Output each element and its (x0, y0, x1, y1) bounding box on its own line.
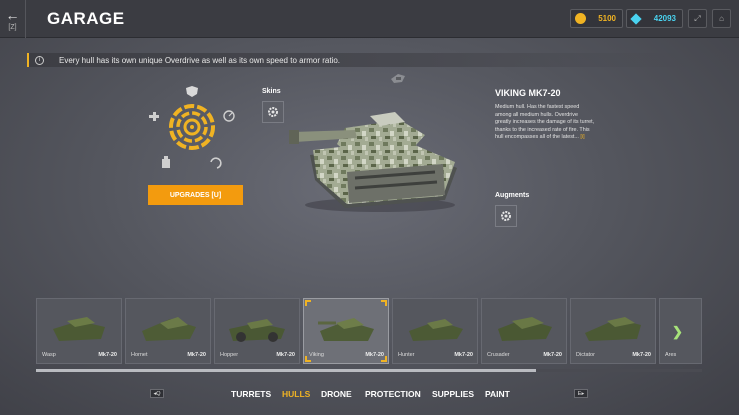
hull-card-crusader[interactable]: Crusader Mk7-20 (481, 298, 567, 364)
prev-category-key[interactable]: ◂ Q (150, 389, 164, 398)
chevron-right-icon: ▸ (581, 390, 585, 397)
page-title: GARAGE (47, 9, 125, 28)
more-info-link[interactable]: [i] (580, 134, 584, 140)
hull-card-mk: Mk7-20 (632, 352, 651, 358)
category-nav: ◂ Q TURRETS HULLS DRONE PROTECTION SUPPLI… (0, 386, 739, 402)
damage-icon (149, 112, 159, 121)
hull-description: Medium hull. Has the fastest speed among… (495, 104, 595, 142)
tab-hulls[interactable]: HULLS (282, 389, 310, 399)
hull-card-mk: Mk7-20 (454, 352, 473, 358)
hull-card-name: Wasp (42, 352, 56, 358)
chevron-right-icon: ❯ (672, 324, 683, 339)
hull-card-mk: Mk7-20 (276, 352, 295, 358)
scrollbar-thumb[interactable] (36, 369, 536, 372)
hull-card-hornet[interactable]: Hornet Mk7-20 (125, 298, 211, 364)
fullscreen-button[interactable]: ⤢ (688, 9, 707, 28)
hull-card-name: Hunter (398, 352, 415, 358)
tab-paint[interactable]: PAINT (485, 389, 510, 399)
selected-corner (305, 300, 311, 306)
fullscreen-icon: ⤢ (694, 13, 701, 23)
speed-icon (223, 110, 235, 122)
hull-name: VIKING MK7-20 (495, 88, 561, 98)
diamonds-counter[interactable]: 42093 (626, 9, 683, 28)
back-button[interactable]: ← [Z] (0, 0, 26, 38)
tab-turrets[interactable]: TURRETS (231, 389, 271, 399)
turn-icon (210, 157, 222, 169)
hull-carousel: Wasp Mk7-20 Hornet Mk7-20 Hopper Mk7-20 … (36, 298, 702, 366)
hull-card-name: Hopper (220, 352, 239, 358)
tab-protection[interactable]: PROTECTION (365, 389, 421, 399)
wasp-tank-icon (53, 317, 105, 341)
skins-button[interactable] (262, 101, 284, 123)
tank-preview[interactable] (285, 100, 470, 215)
viking-tank-icon (318, 318, 374, 341)
info-icon: i (35, 55, 44, 65)
hull-card-ares[interactable]: ❯ Ares (659, 298, 702, 364)
hull-card-dictator[interactable]: Dictator Mk7-20 (570, 298, 656, 364)
selected-corner (381, 300, 387, 306)
hornet-tank-icon (142, 317, 196, 341)
hull-card-wasp[interactable]: Wasp Mk7-20 (36, 298, 122, 364)
upgrades-button[interactable]: UPGRADES [U] (148, 185, 243, 205)
top-bar: ← [Z] GARAGE 5100 42093 ⤢ ⌂ (0, 0, 739, 38)
hull-card-viking[interactable]: Viking Mk7-20 (303, 298, 389, 364)
hull-card-mk: Mk7-20 (543, 352, 562, 358)
back-arrow-icon: ← (5, 6, 20, 23)
armor-icon (186, 86, 198, 97)
hull-card-name: Dictator (576, 352, 595, 358)
diamonds-value: 42093 (653, 14, 676, 23)
augments-label: Augments (495, 192, 530, 199)
dictator-tank-icon (585, 317, 641, 341)
upgrade-wheel[interactable] (140, 82, 245, 177)
hunter-tank-icon (409, 319, 463, 341)
hull-card-hunter[interactable]: Hunter Mk7-20 (392, 298, 478, 364)
hull-card-mk: Mk7-20 (365, 352, 384, 358)
crystals-counter[interactable]: 5100 (570, 9, 623, 28)
crusader-tank-icon (498, 317, 552, 341)
crystals-value: 5100 (598, 14, 616, 23)
prev-key-label: Q (156, 390, 161, 397)
exit-button[interactable]: ⌂ (712, 9, 731, 28)
carousel-scrollbar[interactable] (36, 369, 702, 372)
upgrade-rings-icon (169, 104, 215, 150)
hull-card-hopper[interactable]: Hopper Mk7-20 (214, 298, 300, 364)
hull-card-name: Crusader (487, 352, 510, 358)
tip-text: Every hull has its own unique Overdrive … (59, 55, 341, 65)
augments-button[interactable] (495, 205, 517, 227)
hull-card-name: Viking (309, 352, 324, 358)
hull-card-name: Hornet (131, 352, 148, 358)
weight-icon (162, 156, 170, 168)
tab-drone[interactable]: DRONE (321, 389, 352, 399)
hull-card-mk: Mk7-20 (98, 352, 117, 358)
hull-card-name: Ares (665, 352, 677, 358)
gear-icon (501, 211, 511, 221)
hopper-tank-icon (229, 319, 285, 342)
tip-bar: i Every hull has its own unique Overdriv… (27, 53, 739, 67)
skins-label: Skins (262, 88, 281, 95)
gear-icon (268, 107, 278, 117)
diamond-icon (630, 12, 642, 25)
next-category-key[interactable]: E ▸ (574, 389, 588, 398)
crystal-icon (575, 13, 586, 24)
tab-supplies[interactable]: SUPPLIES (432, 389, 474, 399)
drone-icon[interactable] (388, 70, 408, 86)
exit-icon: ⌂ (719, 14, 724, 23)
hull-card-mk: Mk7-20 (187, 352, 206, 358)
back-key-hint: [Z] (8, 23, 17, 31)
